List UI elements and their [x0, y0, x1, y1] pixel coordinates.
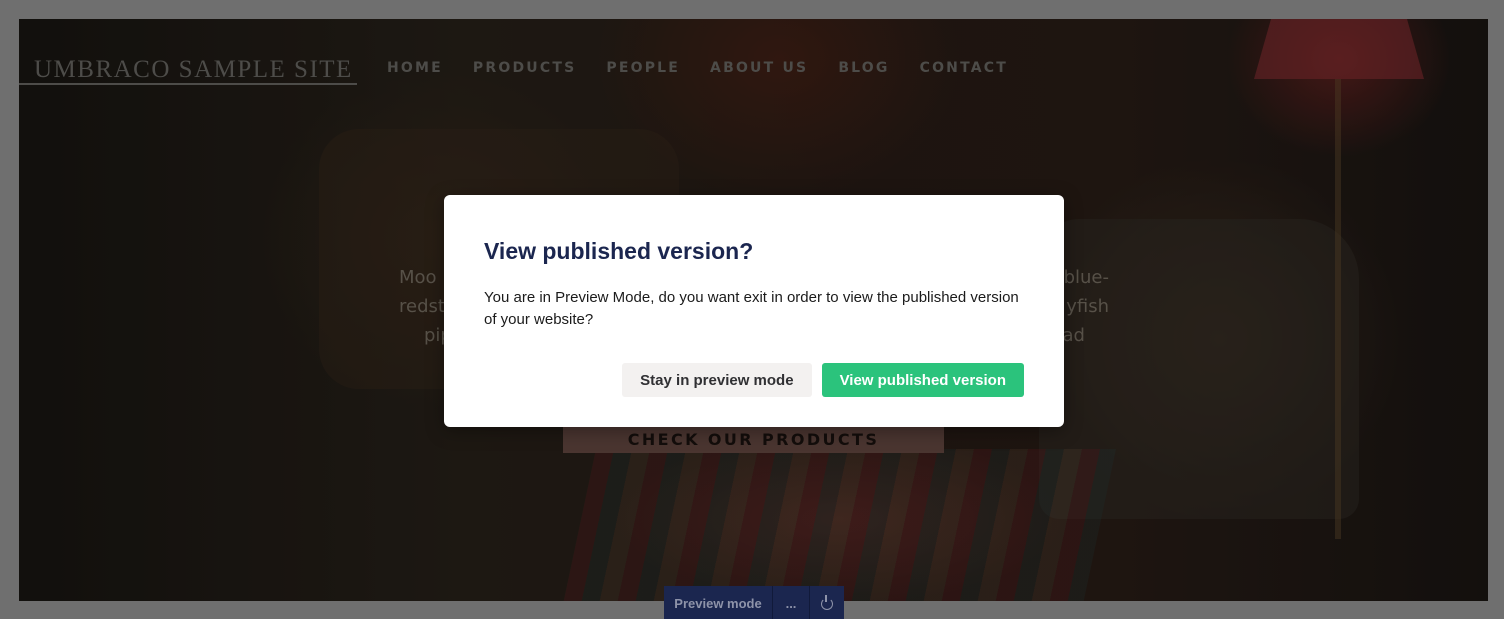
exit-preview-button[interactable] — [809, 586, 844, 619]
preview-more-button[interactable]: ... — [772, 586, 809, 619]
stay-in-preview-button[interactable]: Stay in preview mode — [622, 363, 812, 397]
dialog-message: You are in Preview Mode, do you want exi… — [484, 289, 1019, 328]
dialog-actions: Stay in preview mode View published vers… — [622, 363, 1024, 397]
view-published-dialog: View published version? You are in Previ… — [444, 195, 1064, 427]
preview-mode-bar: Preview mode ... — [664, 586, 844, 619]
dialog-title: View published version? — [484, 238, 754, 264]
preview-mode-label: Preview mode — [674, 596, 762, 611]
power-icon — [821, 594, 833, 610]
view-published-button[interactable]: View published version — [821, 363, 1024, 397]
